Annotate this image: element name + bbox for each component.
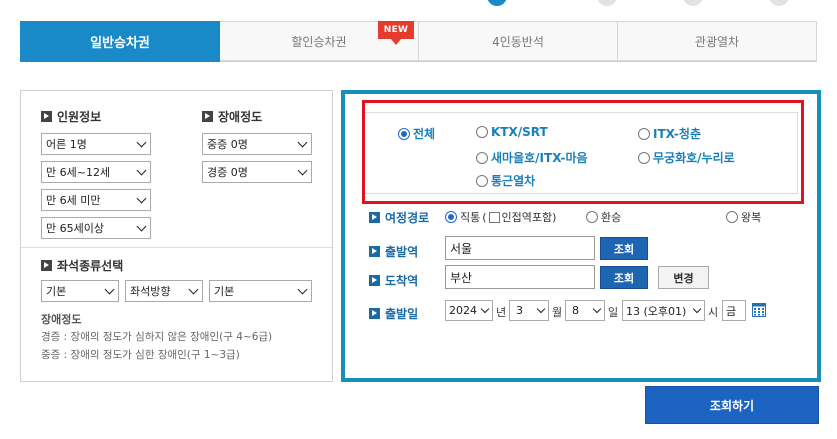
chevron-down-icon bbox=[136, 137, 147, 148]
toddler-count-select[interactable]: 만 6세 미만 bbox=[41, 189, 151, 211]
hour-select[interactable]: 13 (오후01) bbox=[622, 300, 705, 321]
departure-lookup-button[interactable]: 조회 bbox=[600, 237, 648, 260]
departure-input[interactable]: 서울 bbox=[445, 236, 595, 260]
note-title: 장애정도 bbox=[41, 313, 82, 326]
arrow-icon bbox=[369, 275, 380, 286]
radio-icon bbox=[586, 211, 598, 223]
chevron-down-icon bbox=[592, 304, 602, 314]
senior-count-select[interactable]: 만 65세이상 bbox=[41, 217, 151, 239]
passenger-info-title: 인원정보 bbox=[41, 108, 101, 125]
chevron-down-icon bbox=[188, 284, 199, 295]
divider bbox=[21, 247, 332, 248]
seat-type-select[interactable]: 기본 bbox=[41, 280, 119, 302]
chevron-down-icon bbox=[104, 284, 115, 295]
arrival-input[interactable]: 부산 bbox=[445, 265, 595, 289]
radio-icon bbox=[726, 211, 738, 223]
route-label: 여정경로 bbox=[369, 209, 429, 226]
route-transfer-radio[interactable]: 환승 bbox=[586, 209, 621, 225]
highlight-box bbox=[362, 100, 804, 204]
chevron-down-icon bbox=[136, 165, 147, 176]
radio-selected-icon bbox=[445, 211, 457, 223]
round-trip-radio[interactable]: 왕복 bbox=[726, 209, 761, 225]
arrow-icon bbox=[41, 260, 52, 271]
ticket-type-tabs: 일반승차권 할인승차권 NEW 4인동반석 관광열차 bbox=[20, 21, 817, 62]
tab-discount-ticket[interactable]: 할인승차권 NEW bbox=[220, 21, 419, 61]
chevron-down-icon bbox=[480, 304, 490, 314]
chevron-down-icon bbox=[297, 284, 308, 295]
mild-disability-select[interactable]: 경증 0명 bbox=[202, 161, 312, 183]
arrow-icon bbox=[369, 246, 380, 257]
route-direct-radio[interactable]: 직통(인접역포함) bbox=[445, 209, 556, 225]
note-severe: 중증 : 장애의 정도가 심한 장애인(구 1~3급) bbox=[41, 349, 240, 361]
search-button[interactable]: 조회하기 bbox=[645, 386, 819, 424]
year-unit: 년 bbox=[496, 306, 507, 319]
disability-title: 장애정도 bbox=[202, 108, 262, 125]
passenger-panel: 인원정보 장애정도 어른 1명 만 6세~12세 만 6세 미만 만 65세이상… bbox=[20, 90, 333, 382]
seat-type-title: 좌석종류선택 bbox=[41, 257, 123, 274]
chevron-down-icon bbox=[297, 137, 308, 148]
arrow-icon bbox=[202, 111, 213, 122]
arrival-lookup-button[interactable]: 조회 bbox=[600, 266, 648, 289]
chevron-down-icon bbox=[136, 221, 147, 232]
tab-general-ticket[interactable]: 일반승차권 bbox=[20, 21, 220, 62]
weekday-display: 금 bbox=[722, 300, 746, 321]
include-nearby-checkbox[interactable] bbox=[488, 211, 500, 223]
step-indicator bbox=[487, 0, 817, 6]
calendar-icon[interactable] bbox=[752, 303, 766, 317]
month-select[interactable]: 3 bbox=[509, 300, 549, 321]
tab-family-seat[interactable]: 4인동반석 bbox=[419, 21, 618, 61]
arrow-icon bbox=[41, 111, 52, 122]
year-select[interactable]: 2024 bbox=[445, 300, 493, 321]
departure-date-label: 출발일 bbox=[369, 305, 418, 322]
seat-position-select[interactable]: 기본 bbox=[209, 280, 312, 302]
step-dot-active bbox=[487, 0, 507, 6]
departure-label: 출발역 bbox=[369, 243, 418, 260]
seat-direction-select[interactable]: 좌석방향 bbox=[125, 280, 203, 302]
step-dot bbox=[597, 0, 617, 6]
arrow-icon bbox=[369, 212, 380, 223]
swap-stations-button[interactable]: 변경 bbox=[658, 266, 709, 289]
arrival-label: 도착역 bbox=[369, 272, 418, 289]
adult-count-select[interactable]: 어른 1명 bbox=[41, 133, 151, 155]
child-count-select[interactable]: 만 6세~12세 bbox=[41, 161, 151, 183]
day-select[interactable]: 8 bbox=[565, 300, 605, 321]
chevron-down-icon bbox=[136, 193, 147, 204]
chevron-down-icon bbox=[536, 304, 546, 314]
day-unit: 일 bbox=[608, 306, 619, 319]
new-badge: NEW bbox=[378, 21, 414, 45]
journey-panel: 전체 KTX/SRT ITX-청춘 새마을호/ITX-마음 무궁화호/누리로 통… bbox=[341, 90, 821, 382]
tab-tour-train[interactable]: 관광열차 bbox=[618, 21, 817, 61]
severe-disability-select[interactable]: 중증 0명 bbox=[202, 133, 312, 155]
arrow-icon bbox=[369, 308, 380, 319]
step-dot bbox=[683, 0, 703, 6]
month-unit: 월 bbox=[552, 306, 563, 319]
step-dot bbox=[769, 0, 789, 6]
chevron-down-icon bbox=[692, 304, 702, 314]
hour-unit: 시 bbox=[708, 306, 719, 319]
chevron-down-icon bbox=[297, 165, 308, 176]
note-mild: 경증 : 장애의 정도가 심하지 않은 장애인(구 4~6급) bbox=[41, 331, 273, 343]
